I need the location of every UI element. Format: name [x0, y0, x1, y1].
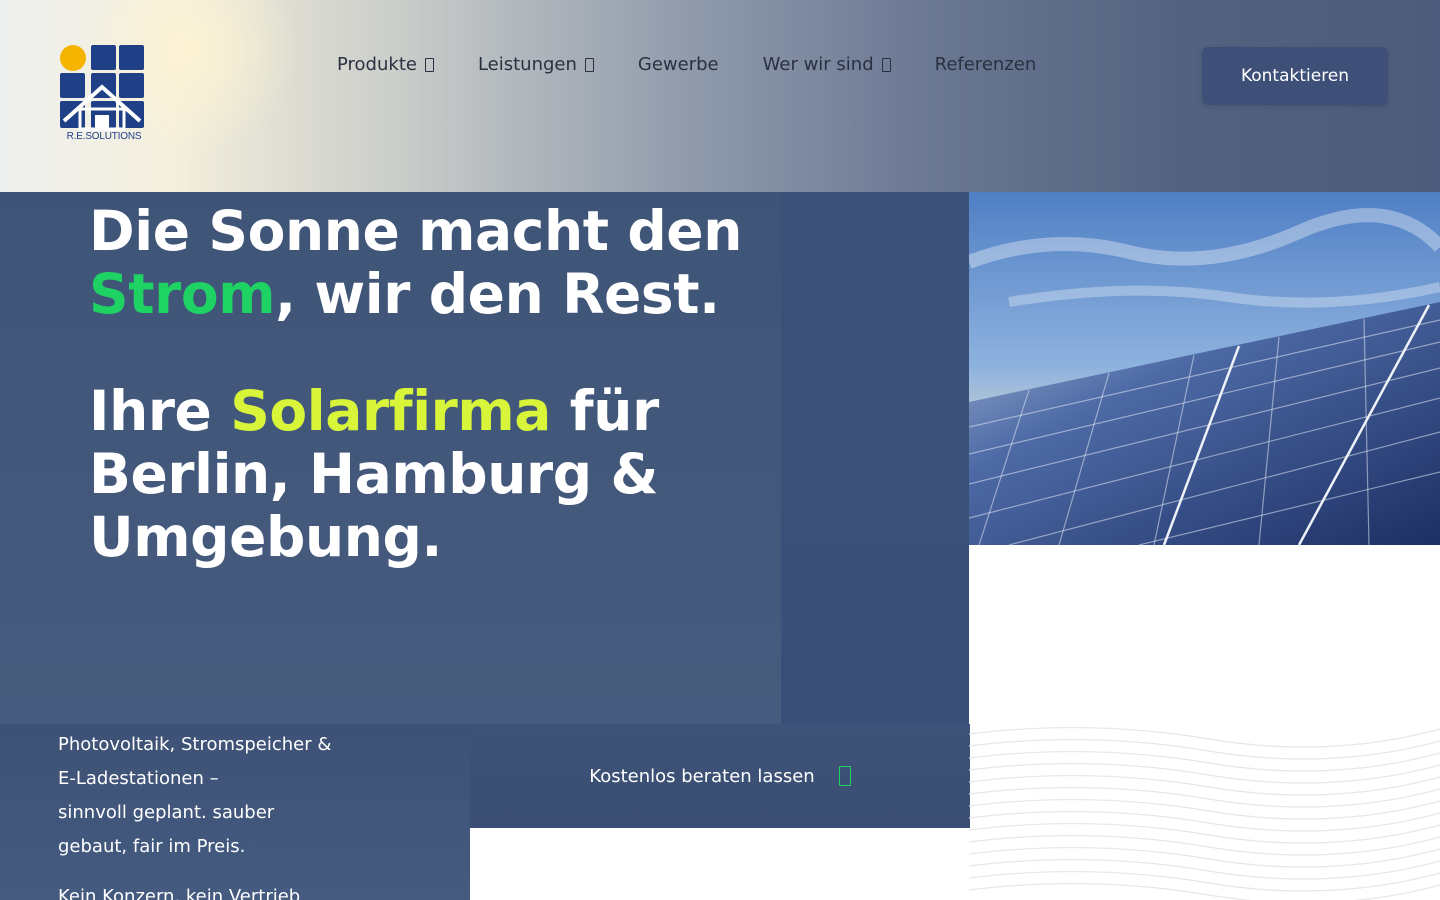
hero-side-panel [781, 192, 969, 724]
decorative-waves [969, 726, 1440, 900]
nav-item-gewerbe[interactable]: Gewerbe [638, 54, 719, 75]
headline-line-4: Berlin, Hamburg & [89, 442, 659, 506]
logo-wordmark: R.E.SOLUTIONS [66, 131, 142, 142]
solar-panel-photo [969, 192, 1440, 545]
arrow-right-icon [838, 766, 851, 786]
headline-line-5: Umgebung. [89, 505, 442, 569]
intro-line-5: Kein Konzern, kein Vertrieb [58, 886, 301, 900]
intro-line-1: Photovoltaik, Stromspeicher & [58, 734, 332, 755]
nav-item-label: Produkte [337, 54, 417, 75]
nav-item-label: Gewerbe [637, 54, 719, 75]
logo-icon[interactable] [58, 43, 150, 145]
chevron-down-icon [584, 57, 594, 72]
intro-line-4: gebaut, fair im Preis. [58, 836, 246, 857]
intro-text: Photovoltaik, Stromspeicher & E-Ladestat… [58, 728, 388, 864]
nav-item-referenzen[interactable]: Referenzen [935, 54, 1037, 75]
free-consultation-button[interactable]: Kostenlos beraten lassen [470, 724, 970, 828]
nav-item-label: Leistungen [477, 54, 577, 75]
nav-item-produkte[interactable]: Produkte [337, 54, 434, 75]
consultation-label: Kostenlos beraten lassen [589, 765, 815, 787]
intro-line-3: sinnvoll geplant. sauber [58, 802, 275, 823]
chevron-down-icon [881, 57, 891, 72]
headline-line-3-pre: Ihre [89, 379, 231, 443]
nav-item-label: Referenzen [934, 54, 1037, 75]
headline-line-3-post: für [551, 379, 659, 443]
nav-item-wer-wir-sind[interactable]: Wer wir sind [763, 54, 891, 75]
main-nav: Produkte Leistungen Gewerbe Wer wir sind… [337, 54, 1080, 75]
nav-item-label: Wer wir sind [762, 54, 874, 75]
headline-line-1: Die Sonne macht den [89, 199, 742, 263]
headline-highlight-strom: Strom [89, 262, 276, 326]
intro-line-2: E-Ladestationen – [58, 768, 219, 789]
chevron-down-icon [424, 57, 434, 72]
nav-item-leistungen[interactable]: Leistungen [478, 54, 594, 75]
white-spacer [969, 545, 1440, 725]
hero-headline: Die Sonne macht den Strom, wir den Rest.… [89, 200, 769, 569]
contact-button[interactable]: Kontaktieren [1202, 47, 1388, 105]
headline-line-2: , wir den Rest. [275, 262, 720, 326]
headline-highlight-solarfirma: Solarfirma [230, 379, 552, 443]
